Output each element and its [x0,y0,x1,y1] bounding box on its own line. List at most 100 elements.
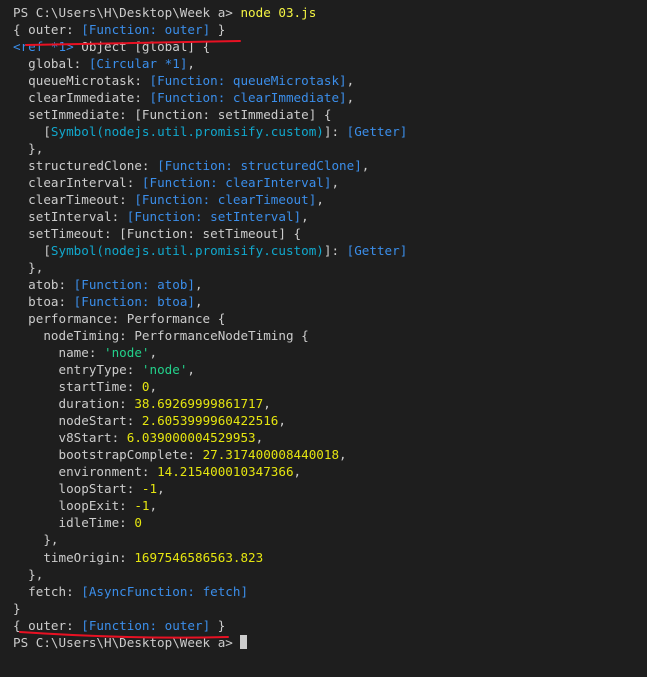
terminal-line: entryType: 'node', [13,361,647,378]
terminal-text-segment: , [263,396,271,412]
terminal-line: nodeTiming: PerformanceNodeTiming { [13,327,647,344]
terminal-line: clearImmediate: [Function: clearImmediat… [13,89,647,106]
terminal-text-segment: performance: Performance { [13,311,226,327]
terminal-text-segment: nodeTiming: PerformanceNodeTiming { [13,328,309,344]
terminal-text-segment: [Circular *1] [88,56,188,72]
terminal-text-segment: { outer: [13,22,82,38]
terminal-text-segment: 'node' [141,362,188,378]
terminal-text-segment: [Function: clearTimeout] [134,192,317,208]
terminal-text-segment: idleTime: [13,515,135,531]
terminal-text-segment: clearImmediate: [13,90,150,106]
terminal-text-segment: startTime: [13,379,142,395]
terminal-line: { outer: [Function: outer] } [13,21,647,38]
terminal-text-segment: btoa: [13,294,74,310]
terminal-line: idleTime: 0 [13,514,647,531]
terminal-line: }, [13,531,647,548]
terminal-text-segment: structuredClone: [13,158,158,174]
terminal-text-segment: Object [global] { [73,39,211,55]
terminal-text-segment: }, [13,260,44,276]
terminal-line: loopStart: -1, [13,480,647,497]
terminal-text-segment: <ref *1> [13,39,74,55]
terminal-line: }, [13,259,647,276]
terminal-text-segment: }, [13,566,44,582]
terminal-text-segment: PS C:\Users\H\Desktop\Week a> [13,5,241,20]
terminal-text-segment: , [195,294,203,310]
terminal-line: setInterval: [Function: setInterval], [13,208,647,225]
terminal-text-segment: , [187,362,195,378]
terminal-text-segment: clearInterval: [13,175,142,191]
terminal-line: queueMicrotask: [Function: queueMicrotas… [13,72,647,89]
terminal-text-segment: global: [13,56,89,72]
terminal-line: }, [13,566,647,583]
terminal-line: PS C:\Users\H\Desktop\Week a> node 03.js [13,4,647,21]
terminal-text-segment: } [210,22,226,38]
terminal-text-segment: } [210,617,226,633]
terminal-text-segment: }, [13,141,44,157]
terminal-text-segment: [Function: queueMicrotask] [149,73,347,89]
terminal-text-segment: , [157,481,165,497]
terminal-text-segment: setTimeout: [Function: setTimeout] { [13,226,302,242]
terminal-text-segment: [ [13,243,51,259]
terminal-text-segment: v8Start: [13,430,127,446]
terminal-text-segment: , [187,56,195,72]
terminal-line: loopExit: -1, [13,497,647,514]
terminal-line: global: [Circular *1], [13,55,647,72]
terminal-line: { outer: [Function: outer] } [13,617,647,634]
terminal-text-segment: timeOrigin: [13,549,135,565]
terminal-text-segment: 0 [134,515,142,531]
terminal-text-segment: -1 [134,498,150,514]
terminal-text-segment: 14.215400010347366 [157,464,294,480]
terminal-text-segment: queueMicrotask: [13,73,150,89]
terminal-text-segment: [Function: clearImmediate] [149,90,347,106]
terminal-text-segment: [Function: clearInterval] [141,175,332,191]
terminal-line: duration: 38.69269999861717, [13,395,647,412]
terminal-text-segment: , [346,90,355,106]
terminal-line: <ref *1> Object [global] { [13,38,647,55]
terminal-text-segment: , [316,192,324,208]
terminal-line: clearTimeout: [Function: clearTimeout], [13,191,647,208]
terminal-text-segment: , [255,430,264,446]
terminal-line: } [13,600,647,617]
terminal-text-segment: [Function: setInterval] [126,209,302,225]
terminal-text-segment: , [149,379,158,395]
terminal-text-segment: loopExit: [13,498,135,514]
terminal-text-segment: , [339,447,347,463]
terminal-text-segment: clearTimeout: [13,192,135,208]
terminal-text-segment: 6.039000004529953 [126,430,256,446]
terminal-text-segment: , [278,413,286,429]
terminal-text-segment: 1697546586563.823 [134,549,264,565]
terminal-text-segment: PS C:\Users\H\Desktop\Week a> [13,634,241,650]
terminal-text-segment: [Getter] [346,124,408,140]
terminal-text-segment: loopStart: [13,481,142,497]
terminal-text-segment: 38.69269999861717 [134,396,264,412]
terminal-text-segment: , [149,498,158,514]
terminal-text-segment: , [149,345,158,361]
terminal-text-segment: { outer: [13,617,82,633]
terminal-line: bootstrapComplete: 27.317400008440018, [13,446,647,463]
terminal-text-segment: , [195,277,203,293]
terminal-text-segment: [Function: atob] [73,277,195,293]
terminal-text-segment: [Function: btoa] [73,294,195,310]
terminal-line: btoa: [Function: btoa], [13,293,647,310]
terminal-text-segment: duration: [13,396,135,412]
terminal-text-segment: bootstrapComplete: [13,447,203,463]
terminal-line: [Symbol(nodejs.util.promisify.custom)]: … [13,242,647,259]
terminal-text-segment: entryType: [13,362,142,378]
terminal-line: nodeStart: 2.6053999960422516, [13,412,647,429]
terminal-output[interactable]: PS C:\Users\H\Desktop\Week a> node 03.js… [13,4,647,651]
command-text: node 03.js [240,5,317,20]
terminal-text-segment: }, [13,532,59,548]
terminal-line: environment: 14.215400010347366, [13,463,647,480]
terminal-text-segment: Symbol(nodejs.util.promisify.custom) [50,124,324,140]
terminal-text-segment: Symbol(nodejs.util.promisify.custom) [50,243,324,259]
terminal-line: setTimeout: [Function: setTimeout] { [13,225,647,242]
terminal-text-segment: [ [13,124,51,140]
terminal-text-segment: name: [13,345,104,361]
terminal-text-segment: , [301,209,309,225]
terminal-text-segment: [Function: outer] [81,22,211,38]
terminal-text-segment: environment: [13,464,158,480]
terminal-cursor [240,634,248,649]
terminal-line: performance: Performance { [13,310,647,327]
terminal-text-segment: 0 [141,379,150,395]
terminal-line: v8Start: 6.039000004529953, [13,429,647,446]
